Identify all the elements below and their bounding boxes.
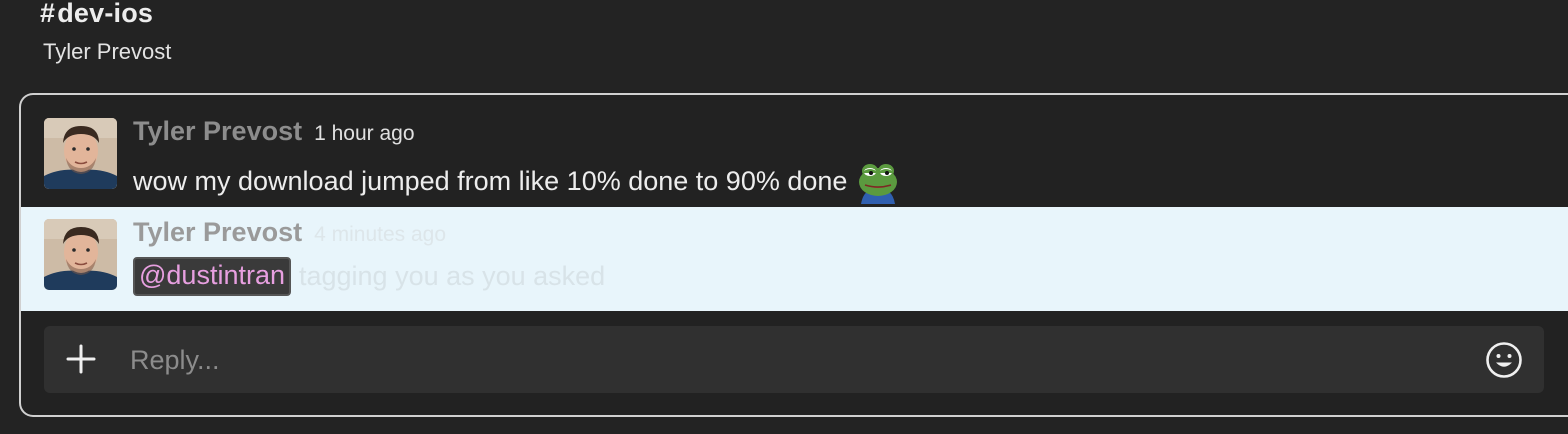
message-header: Tyler Prevost 1 hour ago xyxy=(133,116,415,147)
message-body: wow my download jumped from like 10% don… xyxy=(133,158,901,204)
message-text: tagging you as you asked xyxy=(298,261,606,291)
pepe-frog-emoji-icon xyxy=(855,158,901,204)
message-item: Tyler Prevost 1 hour ago wow my download … xyxy=(21,106,1568,210)
smiley-icon[interactable] xyxy=(1485,341,1523,379)
message-item-highlighted: Tyler Prevost 4 minutes ago @dustintran ta… xyxy=(21,207,1568,311)
thread-panel: Tyler Prevost 1 hour ago wow my download … xyxy=(19,93,1568,417)
message-text: wow my download jumped from like 10% don… xyxy=(133,165,848,196)
message-timestamp[interactable]: 1 hour ago xyxy=(314,122,414,145)
reply-input[interactable] xyxy=(128,336,1452,384)
avatar[interactable] xyxy=(44,118,117,189)
message-author[interactable]: Tyler Prevost xyxy=(133,116,302,146)
channel-hash-icon: # xyxy=(40,0,56,28)
message-header: Tyler Prevost 4 minutes ago xyxy=(133,217,446,248)
avatar-image xyxy=(44,118,117,189)
channel-name: dev-ios xyxy=(57,0,154,28)
plus-icon[interactable] xyxy=(66,344,96,374)
message-timestamp[interactable]: 4 minutes ago xyxy=(314,223,446,246)
message-author[interactable]: Tyler Prevost xyxy=(133,217,302,247)
avatar-image xyxy=(44,219,117,290)
avatar[interactable] xyxy=(44,219,117,290)
user-mention[interactable]: @dustintran xyxy=(133,257,291,296)
reply-composer xyxy=(44,326,1544,393)
channel-subtitle: Tyler Prevost xyxy=(43,39,172,64)
message-body: @dustintran tagging you as you asked xyxy=(133,257,605,296)
channel-title[interactable]: #dev-ios xyxy=(40,0,153,29)
